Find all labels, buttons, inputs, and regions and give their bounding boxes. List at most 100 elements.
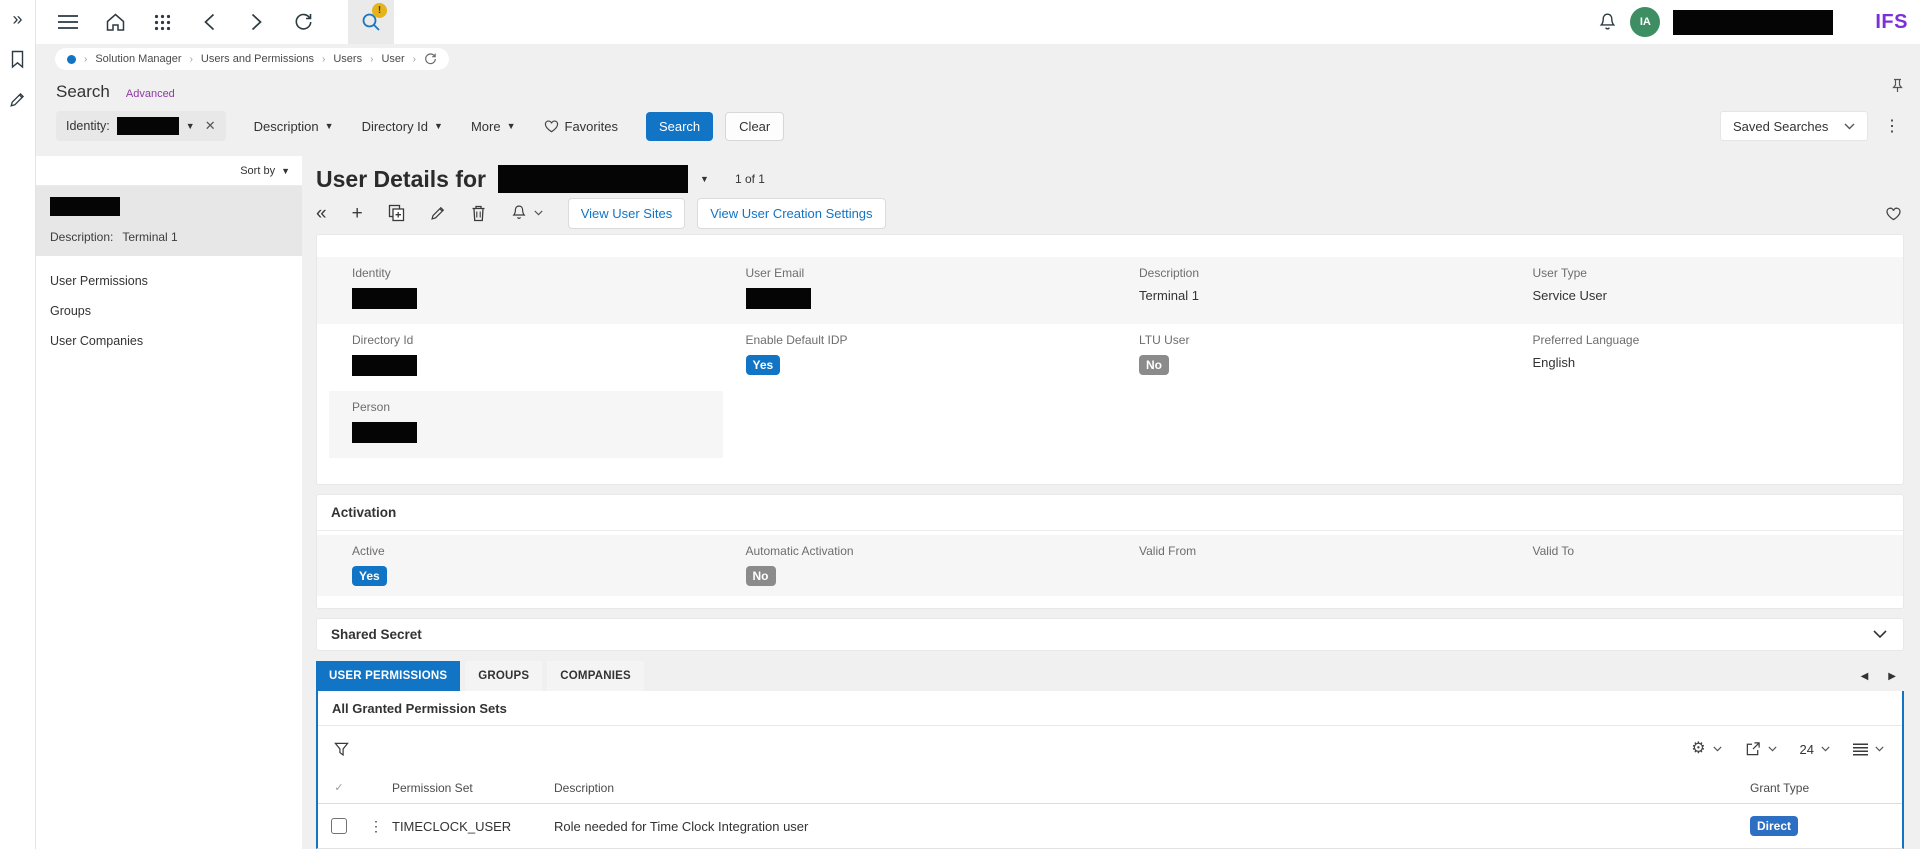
sidebar-item-user-permissions[interactable]: User Permissions xyxy=(36,266,302,296)
page-title: User Details for xyxy=(316,166,486,193)
tab-groups[interactable]: GROUPS xyxy=(465,661,542,691)
clear-button[interactable]: Clear xyxy=(725,112,784,141)
filter-funnel-icon[interactable] xyxy=(334,742,349,757)
status-badge: No xyxy=(1139,355,1169,375)
shared-secret-section[interactable]: Shared Secret xyxy=(316,618,1904,651)
column-header-permission-set[interactable]: Permission Set xyxy=(392,781,554,795)
annotate-pencil-icon[interactable] xyxy=(9,91,26,108)
edit-pencil-icon[interactable] xyxy=(430,205,446,221)
field-ltu-user: LTU User No xyxy=(1116,324,1510,391)
export-icon xyxy=(1745,741,1761,757)
chevron-down-icon[interactable] xyxy=(1873,630,1887,639)
breadcrumb-separator: › xyxy=(413,54,416,65)
table-row[interactable]: ⋮ TIMECLOCK_USER Role needed for Time Cl… xyxy=(318,804,1902,848)
rows-icon xyxy=(1853,743,1868,756)
view-user-sites-button[interactable]: View User Sites xyxy=(568,198,686,229)
breadcrumb-item-users-and-permissions[interactable]: Users and Permissions xyxy=(201,53,314,65)
clear-identity-filter-icon[interactable]: ✕ xyxy=(205,118,216,134)
search-alert-badge: ! xyxy=(372,3,387,18)
pin-icon[interactable] xyxy=(1891,78,1904,93)
table-export-dropdown[interactable] xyxy=(1745,741,1777,757)
breadcrumb-status-dot xyxy=(67,55,76,64)
directory-id-value-redacted xyxy=(352,355,417,376)
status-badge: No xyxy=(746,566,776,586)
more-filters-chip[interactable]: More▼ xyxy=(471,119,516,134)
record-toolbar: « + View User Sites xyxy=(316,196,1904,230)
ifs-logo: IFS xyxy=(1846,9,1908,36)
identity-value-redacted xyxy=(352,288,417,309)
user-avatar[interactable]: IA xyxy=(1630,7,1660,37)
breadcrumb-item-users[interactable]: Users xyxy=(333,53,362,65)
sidebar-item-groups[interactable]: Groups xyxy=(36,296,302,326)
back-icon[interactable] xyxy=(199,12,219,32)
chevron-down-icon[interactable]: ▼ xyxy=(186,121,195,131)
heart-icon xyxy=(544,119,559,133)
chevron-down-icon: ▼ xyxy=(281,166,290,176)
expand-rail-icon[interactable]: » xyxy=(12,10,22,28)
bell-icon xyxy=(511,204,527,222)
tabs-scroll-right-icon[interactable]: ▶ xyxy=(1888,671,1896,682)
username-redacted xyxy=(1673,10,1833,35)
select-all-check-icon[interactable]: ✓ xyxy=(334,781,343,794)
advanced-search-link[interactable]: Advanced xyxy=(126,88,175,100)
directory-id-filter-chip[interactable]: Directory Id▼ xyxy=(362,119,443,134)
delete-trash-icon[interactable] xyxy=(471,205,486,222)
bookmark-icon[interactable] xyxy=(9,50,26,69)
tab-companies[interactable]: COMPANIES xyxy=(547,661,644,691)
table-toolbar: ⚙ 24 xyxy=(318,726,1902,772)
duplicate-record-icon[interactable] xyxy=(388,204,405,222)
field-valid-to: Valid To xyxy=(1510,535,1904,596)
refresh-icon[interactable] xyxy=(293,12,313,32)
grant-type-badge: Direct xyxy=(1750,816,1798,836)
column-header-grant-type[interactable]: Grant Type xyxy=(1750,781,1902,795)
detail-pane: User Details for ▼ 1 of 1 « + xyxy=(302,156,1920,849)
chevron-down-icon xyxy=(1821,746,1830,752)
person-value-redacted xyxy=(352,422,417,443)
record-identity-redacted xyxy=(498,165,688,193)
column-header-description[interactable]: Description xyxy=(554,781,1750,795)
status-badge: Yes xyxy=(352,566,387,586)
global-search-tab[interactable]: ! xyxy=(348,0,394,44)
notify-bell-dropdown[interactable] xyxy=(511,204,543,222)
search-button[interactable]: Search xyxy=(646,112,713,141)
field-enable-default-idp: Enable Default IDP Yes xyxy=(723,324,1117,391)
view-user-creation-settings-button[interactable]: View User Creation Settings xyxy=(697,198,885,229)
saved-searches-dropdown[interactable]: Saved Searches xyxy=(1720,111,1868,141)
row-checkbox[interactable] xyxy=(331,818,347,834)
sidebar-item-user-companies[interactable]: User Companies xyxy=(36,326,302,356)
list-item-description-label: Description: xyxy=(50,230,113,244)
field-user-type: User Type Service User xyxy=(1510,257,1904,324)
tabs-scroll-left-icon[interactable]: ◀ xyxy=(1861,671,1869,682)
user-email-value-redacted xyxy=(746,288,811,309)
favorite-record-heart-icon[interactable] xyxy=(1885,206,1902,221)
breadcrumb-item-user[interactable]: User xyxy=(381,53,404,65)
forward-icon[interactable] xyxy=(246,12,266,32)
favorites-toggle[interactable]: Favorites xyxy=(544,119,618,134)
new-record-icon[interactable]: + xyxy=(352,204,363,223)
identity-filter-chip[interactable]: Identity: ▼ ✕ xyxy=(56,111,226,141)
description-filter-chip[interactable]: Description▼ xyxy=(254,119,334,134)
breadcrumb: › Solution Manager › Users and Permissio… xyxy=(55,48,449,70)
notifications-bell-icon[interactable] xyxy=(1597,12,1617,32)
chevron-down-icon: ▼ xyxy=(507,121,516,131)
chevron-down-icon xyxy=(1875,746,1884,752)
home-icon[interactable] xyxy=(105,12,125,32)
field-user-email: User Email xyxy=(723,257,1117,324)
breadcrumb-refresh-icon[interactable] xyxy=(424,53,437,65)
breadcrumb-item-solution-manager[interactable]: Solution Manager xyxy=(95,53,181,65)
row-kebab-icon[interactable]: ⋮ xyxy=(369,818,383,835)
search-options-kebab-icon[interactable]: ⋮ xyxy=(1884,116,1900,136)
cell-permission-set[interactable]: TIMECLOCK_USER xyxy=(392,819,554,834)
sort-by-control[interactable]: Sort by ▼ xyxy=(36,156,302,186)
list-item-identity-redacted xyxy=(50,197,120,216)
collapse-list-icon[interactable]: « xyxy=(316,204,327,223)
row-density-dropdown[interactable] xyxy=(1853,743,1884,756)
apps-grid-icon[interactable] xyxy=(152,12,172,32)
list-item-selected[interactable]: Description: Terminal 1 xyxy=(36,186,302,256)
menu-icon[interactable] xyxy=(58,12,78,32)
tab-user-permissions[interactable]: USER PERMISSIONS xyxy=(316,661,460,691)
field-preferred-language: Preferred Language English xyxy=(1510,324,1904,391)
page-size-dropdown[interactable]: 24 xyxy=(1800,742,1830,757)
table-settings-gear-dropdown[interactable]: ⚙ xyxy=(1691,741,1721,757)
record-selector-chevron-icon[interactable]: ▼ xyxy=(700,174,709,184)
